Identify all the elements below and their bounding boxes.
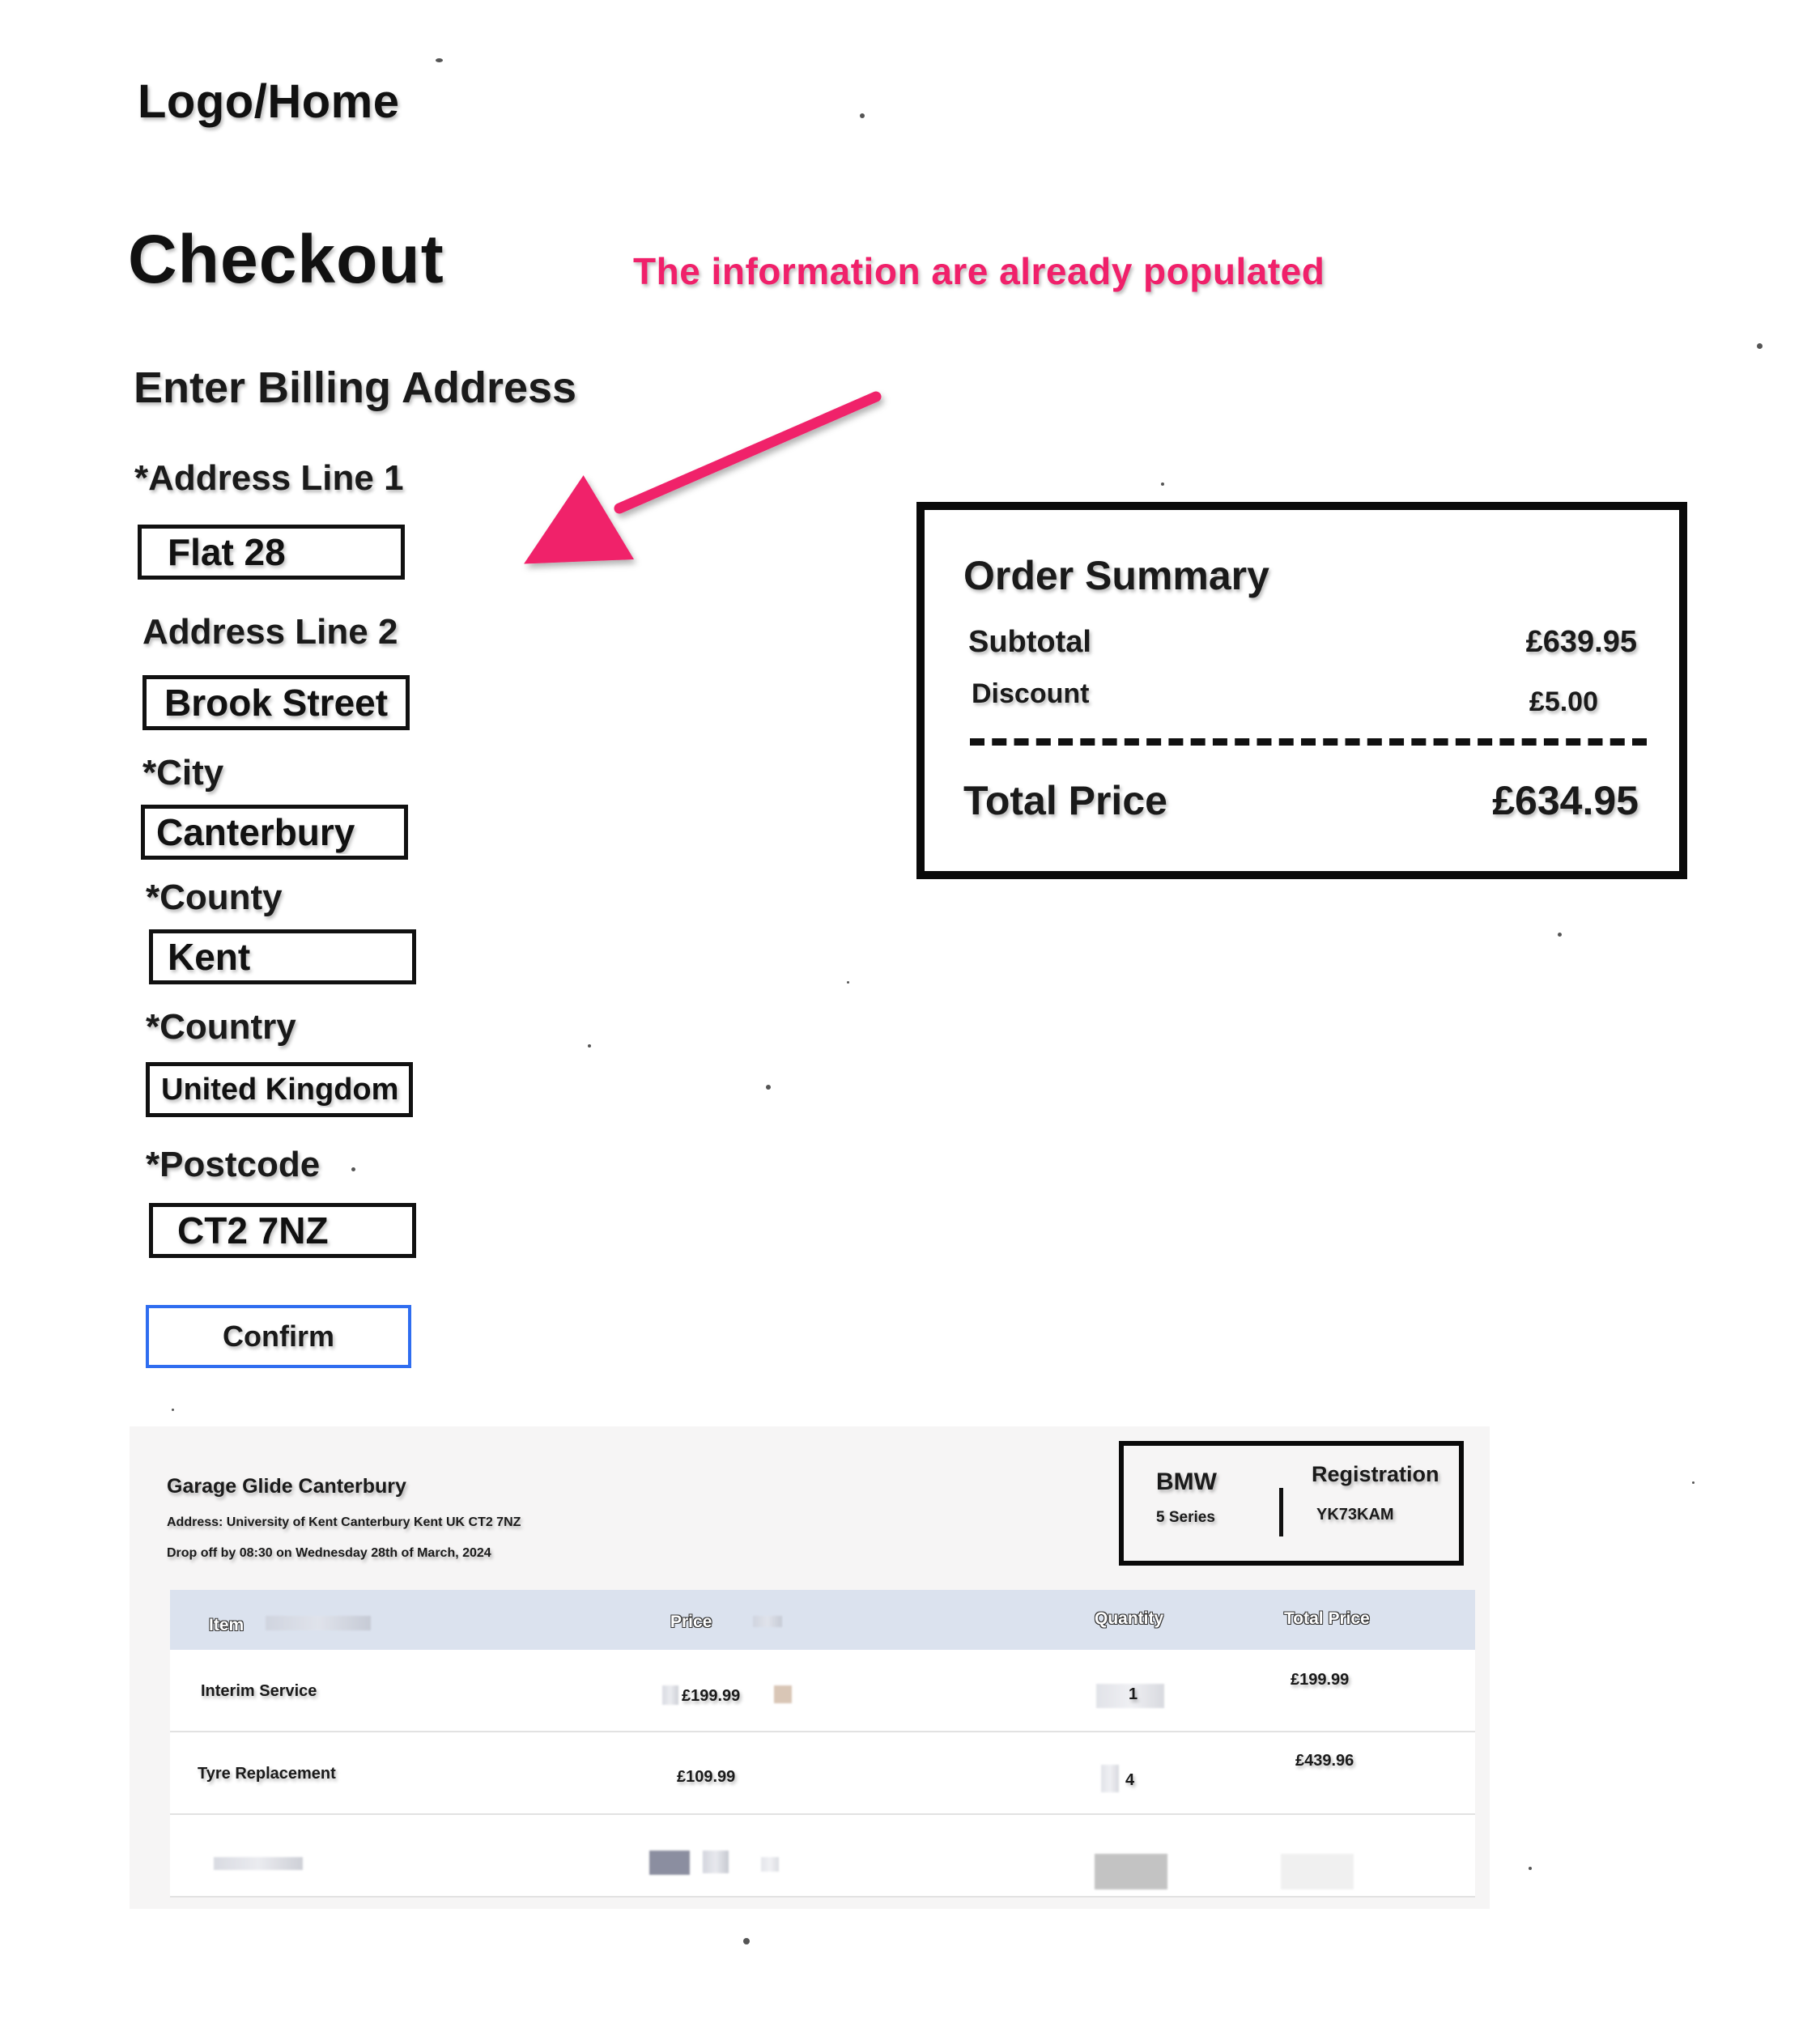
page-title: Checkout [128, 221, 444, 297]
registration-label: Registration [1312, 1462, 1439, 1486]
vehicle-info-box: BMW 5 Series Registration YK73KAM [1119, 1441, 1464, 1566]
redacted-blur [1101, 1765, 1119, 1792]
row-quantity: 4 [1125, 1771, 1135, 1789]
address-line-1-label: *Address Line 1 [134, 458, 404, 498]
row-price: £109.99 [677, 1768, 736, 1786]
total-price-value: £634.95 [1492, 778, 1639, 823]
row-total: £439.96 [1295, 1752, 1354, 1770]
redacted-blur [662, 1685, 678, 1705]
row-quantity: 1 [1129, 1685, 1138, 1703]
redacted-blur [214, 1857, 303, 1870]
row-total: £199.99 [1291, 1671, 1350, 1689]
country-field[interactable] [146, 1062, 413, 1117]
country-label: *Country [146, 1007, 296, 1047]
total-price-label: Total Price [963, 778, 1167, 823]
row-price: £199.99 [682, 1687, 741, 1705]
table-header: Item Price Quantity Total Price [170, 1590, 1475, 1650]
logo-home-link[interactable]: Logo/Home [138, 74, 399, 129]
vehicle-make: BMW [1156, 1468, 1217, 1495]
address-line-2-field[interactable] [142, 675, 410, 730]
table-row-redacted [170, 1815, 1475, 1898]
subtotal-label: Subtotal [968, 625, 1091, 659]
registration-value: YK73KAM [1316, 1506, 1394, 1524]
table-row: Interim Service £199.99 1 £199.99 [170, 1650, 1475, 1732]
postcode-label: *Postcode [146, 1145, 321, 1184]
annotation-note: The information are already populated [633, 250, 1325, 292]
table-row: Tyre Replacement £109.99 4 £439.96 [170, 1732, 1475, 1815]
county-field[interactable] [149, 929, 416, 984]
vehicle-model: 5 Series [1156, 1509, 1215, 1526]
column-header-price: Price [670, 1613, 712, 1631]
garage-address: Address: University of Kent Canterbury K… [167, 1515, 521, 1529]
redacted-blur [1281, 1854, 1354, 1889]
summary-divider [970, 738, 1647, 746]
booking-details-panel: Garage Glide Canterbury Address: Univers… [130, 1426, 1490, 1909]
city-label: *City [142, 753, 224, 793]
address-line-1-field[interactable] [138, 525, 405, 580]
annotation-arrow-icon [524, 391, 882, 564]
garage-name: Garage Glide Canterbury [167, 1475, 406, 1498]
confirm-button[interactable]: Confirm [146, 1305, 411, 1368]
redacted-blur [266, 1616, 371, 1630]
county-label: *County [146, 878, 283, 917]
city-field[interactable] [141, 805, 408, 860]
column-header-quantity: Quantity [1095, 1609, 1164, 1628]
dropoff-time: Drop off by 08:30 on Wednesday 28th of M… [167, 1546, 491, 1560]
subtotal-value: £639.95 [1525, 625, 1637, 659]
redacted-blur [1095, 1854, 1167, 1889]
redacted-blur [703, 1851, 729, 1873]
column-header-item: Item [209, 1616, 245, 1634]
column-header-total-price: Total Price [1284, 1609, 1370, 1628]
discount-label: Discount [972, 678, 1090, 709]
address-line-2-label: Address Line 2 [142, 612, 398, 652]
order-summary-title: Order Summary [963, 553, 1269, 598]
discount-value: £5.00 [1529, 686, 1598, 717]
row-item: Tyre Replacement [198, 1765, 336, 1783]
redacted-blur [761, 1857, 779, 1872]
redacted-blur [649, 1851, 690, 1875]
row-item: Interim Service [201, 1682, 317, 1700]
redacted-blur [753, 1616, 782, 1627]
redacted-blur [774, 1685, 792, 1703]
order-summary-panel: Order Summary Subtotal £639.95 Discount … [916, 502, 1687, 879]
vehicle-divider [1279, 1488, 1283, 1536]
postcode-field[interactable] [149, 1203, 416, 1258]
